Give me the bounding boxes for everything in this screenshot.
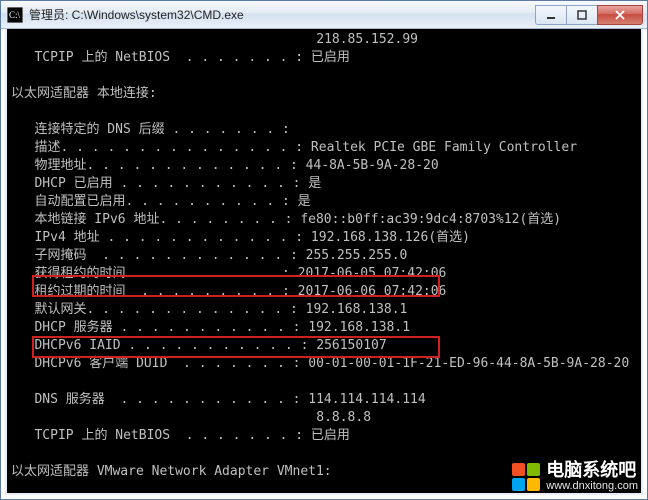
maximize-button[interactable] — [566, 5, 598, 25]
output-line: 218.85.152.99 — [11, 32, 418, 47]
output-line: TCPIP 上的 NetBIOS . . . . . . . : 已启用 — [11, 50, 350, 65]
output-line: TCPIP 上的 NetBIOS . . . . . . . : 已启用 — [11, 428, 350, 443]
titlebar[interactable]: C:\ 管理员: C:\Windows\system32\CMD.exe — [1, 1, 647, 29]
terminal-output[interactable]: 218.85.152.99 TCPIP 上的 NetBIOS . . . . .… — [5, 29, 643, 495]
output-line: 自动配置已启用. . . . . . . . . . : 是 — [11, 194, 311, 209]
maximize-icon — [577, 10, 587, 20]
output-line: 描述. . . . . . . . . . . . . . . : Realte… — [11, 140, 577, 155]
output-line: 租约过期的时间 . . . . . . . . . : 2017-06-06 0… — [11, 284, 446, 299]
output-line: 以太网适配器 本地连接: — [11, 86, 157, 101]
minimize-button[interactable] — [535, 5, 567, 25]
window-title: 管理员: C:\Windows\system32\CMD.exe — [29, 6, 536, 23]
cmd-window: C:\ 管理员: C:\Windows\system32\CMD.exe — [0, 0, 648, 500]
output-line: DNS 服务器 . . . . . . . . . . . : 114.114.… — [11, 392, 426, 407]
output-line: 连接特定的 DNS 后缀 . . . . . . . : — [11, 122, 290, 137]
output-line: 本地链接 IPv6 地址. . . . . . . . : fe80::b0ff… — [11, 212, 561, 227]
output-line: 8.8.8.8 — [11, 410, 371, 425]
minimize-icon — [546, 10, 556, 20]
output-line: 默认网关. . . . . . . . . . . . . : 192.168.… — [11, 302, 407, 317]
output-line: IPv4 地址 . . . . . . . . . . . . : 192.16… — [11, 230, 470, 245]
output-line: 子网掩码 . . . . . . . . . . . . : 255.255.2… — [11, 248, 407, 263]
svg-text:C:\: C:\ — [9, 10, 21, 20]
close-button[interactable] — [597, 5, 643, 25]
output-line: 物理地址. . . . . . . . . . . . . : 44-8A-5B… — [11, 158, 439, 173]
output-line: 获得租约的时间 . . . . . . . . . : 2017-06-05 0… — [11, 266, 446, 281]
output-line: DHCP 服务器 . . . . . . . . . . . : 192.168… — [11, 320, 410, 335]
output-line: DHCP 已启用 . . . . . . . . . . . : 是 — [11, 176, 321, 191]
output-line: DHCPv6 IAID . . . . . . . . . . . : 2561… — [11, 338, 387, 353]
output-line: DHCPv6 客户端 DUID . . . . . . . : 00-01-00… — [11, 356, 629, 371]
window-controls — [536, 5, 643, 25]
close-icon — [614, 9, 626, 21]
output-line: 以太网适配器 VMware Network Adapter VMnet1: — [11, 464, 332, 479]
cmd-icon: C:\ — [7, 7, 23, 23]
